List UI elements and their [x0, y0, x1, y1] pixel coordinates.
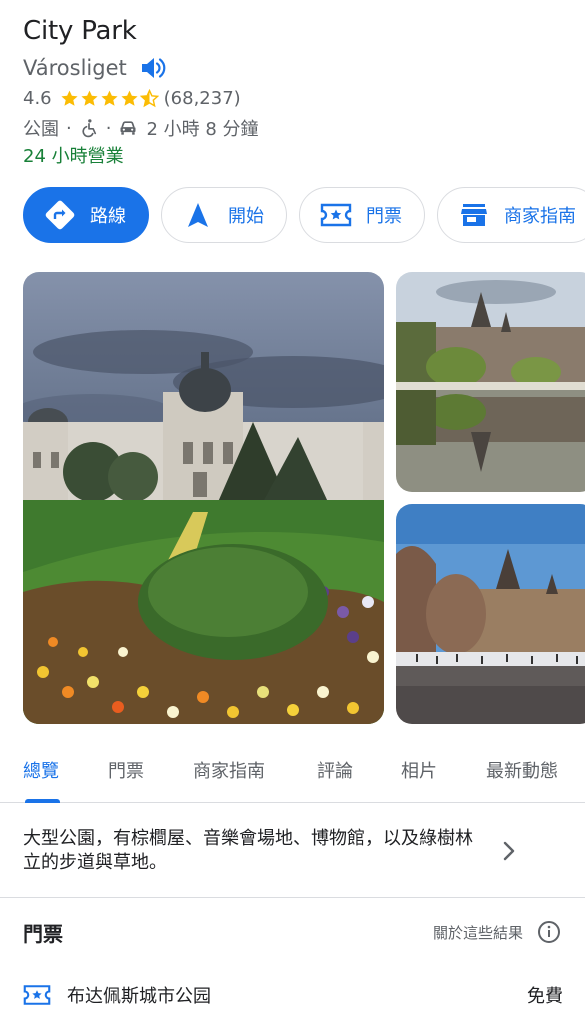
chevron-right-icon — [503, 841, 515, 861]
hours-status[interactable]: 24 小時營業 — [23, 142, 124, 168]
review-count: (68,237) — [163, 88, 241, 109]
star-full-icon — [101, 90, 118, 106]
tickets-heading: 門票 — [23, 922, 63, 946]
photo-ice-rink[interactable] — [396, 504, 585, 724]
place-subtitle: Városliget — [23, 56, 127, 80]
star-full-icon — [81, 90, 98, 106]
car-icon — [120, 121, 136, 135]
navigation-arrow-icon — [182, 199, 214, 231]
star-full-icon — [61, 90, 78, 106]
description-text: 大型公園，有棕櫚屋、音樂會場地、博物館，以及綠樹林立的步道與草地。 — [23, 828, 473, 873]
ticket-name: 布达佩斯城市公园 — [67, 986, 211, 1007]
tab-updates[interactable]: 最新動態 — [486, 757, 558, 783]
wheelchair-icon — [82, 119, 96, 138]
meta-row: 公園 · · 2 小時 8 分鐘 — [23, 115, 259, 141]
start-button[interactable]: 開始 — [161, 187, 287, 243]
separator-dot: · — [66, 117, 72, 139]
photo-castle-reflection[interactable] — [396, 272, 585, 492]
tickets-label: 門票 — [366, 206, 402, 227]
directions-button[interactable]: 路線 — [23, 187, 149, 243]
ticket-price: 免費 — [527, 986, 563, 1007]
photo-main[interactable] — [23, 272, 384, 724]
ticket-item[interactable]: 布达佩斯城市公园 免費 — [23, 982, 563, 1008]
directions-icon — [44, 199, 76, 231]
tab-overview[interactable]: 總覽 — [23, 757, 59, 783]
about-results-link[interactable]: 關於這些結果 — [433, 922, 523, 943]
category-label: 公園 — [23, 119, 59, 140]
rating-value: 4.6 — [23, 88, 52, 109]
tab-directory[interactable]: 商家指南 — [193, 757, 265, 783]
tab-photos[interactable]: 相片 — [401, 757, 437, 783]
directions-label: 路線 — [90, 206, 126, 227]
tab-reviews[interactable]: 評論 — [317, 757, 353, 783]
rating-row[interactable]: 4.6 (68,237) — [23, 88, 241, 109]
action-chips: 路線 開始 門票 商家指南 — [23, 187, 585, 243]
ticket-icon — [23, 985, 51, 1005]
star-full-icon — [121, 90, 138, 106]
separator-dot: · — [105, 117, 112, 139]
store-icon — [458, 199, 490, 231]
start-label: 開始 — [228, 206, 264, 227]
tab-tickets[interactable]: 門票 — [108, 757, 144, 783]
directory-button[interactable]: 商家指南 — [437, 187, 585, 243]
tickets-button[interactable]: 門票 — [299, 187, 425, 243]
info-icon[interactable] — [537, 920, 561, 944]
drive-time: 2 小時 8 分鐘 — [146, 119, 259, 140]
subtitle-row: Városliget — [23, 54, 169, 82]
speaker-icon[interactable] — [139, 54, 169, 82]
ticket-icon — [320, 199, 352, 231]
description-row[interactable]: 大型公園，有棕櫚屋、音樂會場地、博物館，以及綠樹林立的步道與草地。 — [0, 803, 585, 898]
star-rating — [60, 89, 160, 108]
place-title: City Park — [23, 16, 137, 46]
tab-bar: 總覽 門票 商家指南 評論 相片 最新動態 — [0, 745, 585, 803]
star-half-icon — [139, 89, 159, 108]
directory-label: 商家指南 — [504, 206, 576, 227]
